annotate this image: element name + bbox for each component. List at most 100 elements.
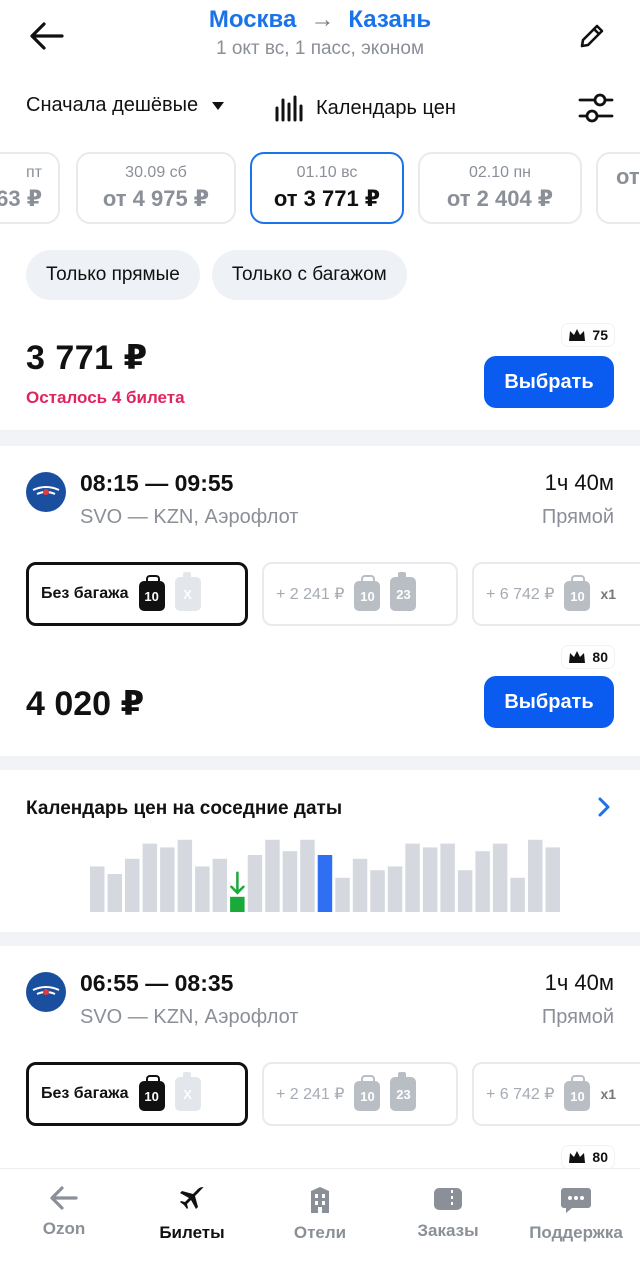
fare-options: Без багажа 10 X + 2 241 ₽ 10 23 + 6 742 … [26, 562, 640, 626]
calendar-bar-cheapest[interactable] [230, 896, 245, 912]
chip-direct-only[interactable]: Только прямые [26, 250, 200, 300]
airline-wings-icon [32, 486, 60, 495]
date-price: от 2 404 ₽ [446, 186, 554, 211]
route-from: Москва [208, 6, 297, 33]
flight-type: Прямой [541, 1006, 614, 1028]
cheapest-arrow-icon [230, 871, 245, 895]
calendar-bar[interactable] [475, 851, 490, 912]
fare-option-premium[interactable]: + 6 742 ₽ 10 x1 [472, 1062, 640, 1126]
calendar-bar[interactable] [387, 866, 403, 912]
fare-option-no-baggage[interactable]: Без багажа 10 X [26, 562, 248, 626]
sort-row: Сначала дешёвые Календарь цен [0, 84, 640, 130]
hand-luggage-icon: 10 [138, 575, 165, 611]
calendar-bar[interactable] [142, 843, 158, 912]
price-calendar-button[interactable]: Календарь цен [274, 94, 456, 122]
date-card[interactable]: 02.10 пн от 2 404 ₽ [418, 152, 582, 224]
calendar-bar-selected[interactable] [317, 855, 333, 912]
separator [0, 932, 640, 946]
flight-price: 4 020 ₽ [26, 685, 145, 723]
calendar-bar[interactable] [545, 847, 561, 912]
calendar-bar[interactable] [352, 858, 368, 912]
calendar-bar[interactable] [457, 870, 473, 912]
price-calendar-card[interactable]: Календарь цен на соседние даты [0, 770, 640, 932]
calendar-bar[interactable] [90, 866, 105, 912]
date-price: от [616, 164, 640, 189]
fare-option-no-baggage[interactable]: Без багажа 10 X [26, 1062, 248, 1126]
points-value: 80 [592, 1149, 608, 1165]
suitcase-icon: X [174, 572, 201, 611]
calendar-bar[interactable] [247, 855, 263, 912]
fare-option-baggage[interactable]: + 2 241 ₽ 10 23 [262, 1062, 458, 1126]
calendar-bar[interactable] [405, 843, 420, 912]
header: Москва → Казань 1 окт вс, 1 пасс, эконом [0, 0, 640, 80]
date-card[interactable]: пт 63 ₽ [0, 152, 60, 224]
route-arrow-icon: → [310, 6, 335, 33]
calendar-bar[interactable] [212, 858, 228, 912]
flight-times: 06:55 — 08:35 [80, 970, 234, 996]
tab-orders[interactable]: Заказы [384, 1169, 512, 1261]
date-card[interactable]: 30.09 сб от 4 975 ₽ [76, 152, 236, 224]
fare-extra: x1 [600, 586, 617, 602]
pencil-icon [580, 24, 604, 48]
ticket-icon [434, 1188, 462, 1210]
fare-label: Без багажа [41, 1085, 129, 1102]
calendar-bar[interactable] [160, 847, 175, 912]
fare-label: Без багажа [41, 585, 129, 602]
filter-chips: Только прямые Только с багажом [26, 250, 407, 300]
calendar-bar[interactable] [492, 843, 508, 912]
chat-icon [561, 1188, 591, 1213]
date-card[interactable]: от [596, 152, 640, 224]
date-card-selected[interactable]: 01.10 вс от 3 771 ₽ [250, 152, 404, 224]
suitcase-icon: 23 [390, 1072, 417, 1111]
tab-hotels[interactable]: Отели [256, 1169, 384, 1261]
flight-card[interactable]: 08:15 — 09:55 SVO — KZN, Аэрофлот 1ч 40м… [0, 446, 640, 756]
aeroflot-logo [26, 972, 66, 1012]
tab-label: Поддержка [529, 1223, 623, 1242]
fare-label: + 2 241 ₽ [276, 1086, 345, 1103]
suitcase-icon: X [174, 1072, 201, 1111]
tab-label: Заказы [417, 1221, 479, 1240]
tab-tickets[interactable]: Билеты [128, 1169, 256, 1261]
aeroflot-logo [26, 472, 66, 512]
calendar-bar[interactable] [107, 874, 123, 912]
hotel-icon [311, 1187, 329, 1213]
hand-luggage-icon: 10 [354, 575, 381, 611]
chevron-right-icon[interactable] [596, 796, 612, 823]
crown-icon [569, 1151, 586, 1163]
fare-option-premium[interactable]: + 6 742 ₽ 10 x1 [472, 562, 640, 626]
tab-label: Ozon [42, 1219, 86, 1238]
calendar-bar[interactable] [265, 839, 280, 912]
fare-option-baggage[interactable]: + 2 241 ₽ 10 23 [262, 562, 458, 626]
flight-type: Прямой [541, 506, 614, 528]
calendar-bar[interactable] [528, 839, 543, 912]
calendar-bar[interactable] [510, 877, 525, 912]
flight-route: SVO — KZN, Аэрофлот [80, 1006, 299, 1028]
hand-luggage-icon: 10 [564, 1075, 591, 1111]
calendar-bar[interactable] [300, 839, 315, 912]
calendar-bar[interactable] [370, 870, 385, 912]
calendar-bar[interactable] [440, 843, 455, 912]
crown-icon [569, 329, 586, 341]
fare-label: + 2 241 ₽ [276, 586, 345, 603]
offer-price: 3 771 ₽ [26, 339, 148, 377]
route-title[interactable]: Москва → Казань [0, 6, 640, 34]
calendar-bar[interactable] [125, 858, 140, 912]
tab-support[interactable]: Поддержка [512, 1169, 640, 1261]
edit-search-button[interactable] [570, 16, 614, 56]
flight-route: SVO — KZN, Аэрофлот [80, 506, 299, 528]
points-badge: 80 [562, 646, 614, 668]
select-button[interactable]: Выбрать [484, 676, 614, 728]
select-button[interactable]: Выбрать [484, 356, 614, 408]
calendar-bar[interactable] [422, 847, 438, 912]
calendar-bar[interactable] [335, 877, 350, 912]
calendar-bar[interactable] [282, 851, 298, 912]
chip-with-baggage[interactable]: Только с багажом [211, 250, 407, 300]
fare-options: Без багажа 10 X + 2 241 ₽ 10 23 + 6 742 … [26, 1062, 640, 1126]
calendar-bar[interactable] [177, 839, 193, 912]
points-badge: 75 [562, 324, 614, 346]
filters-button[interactable] [576, 90, 616, 126]
calendar-bar[interactable] [195, 866, 210, 912]
tab-ozon[interactable]: Ozon [0, 1169, 128, 1261]
sort-dropdown[interactable]: Сначала дешёвые [26, 94, 225, 117]
separator [0, 756, 640, 770]
